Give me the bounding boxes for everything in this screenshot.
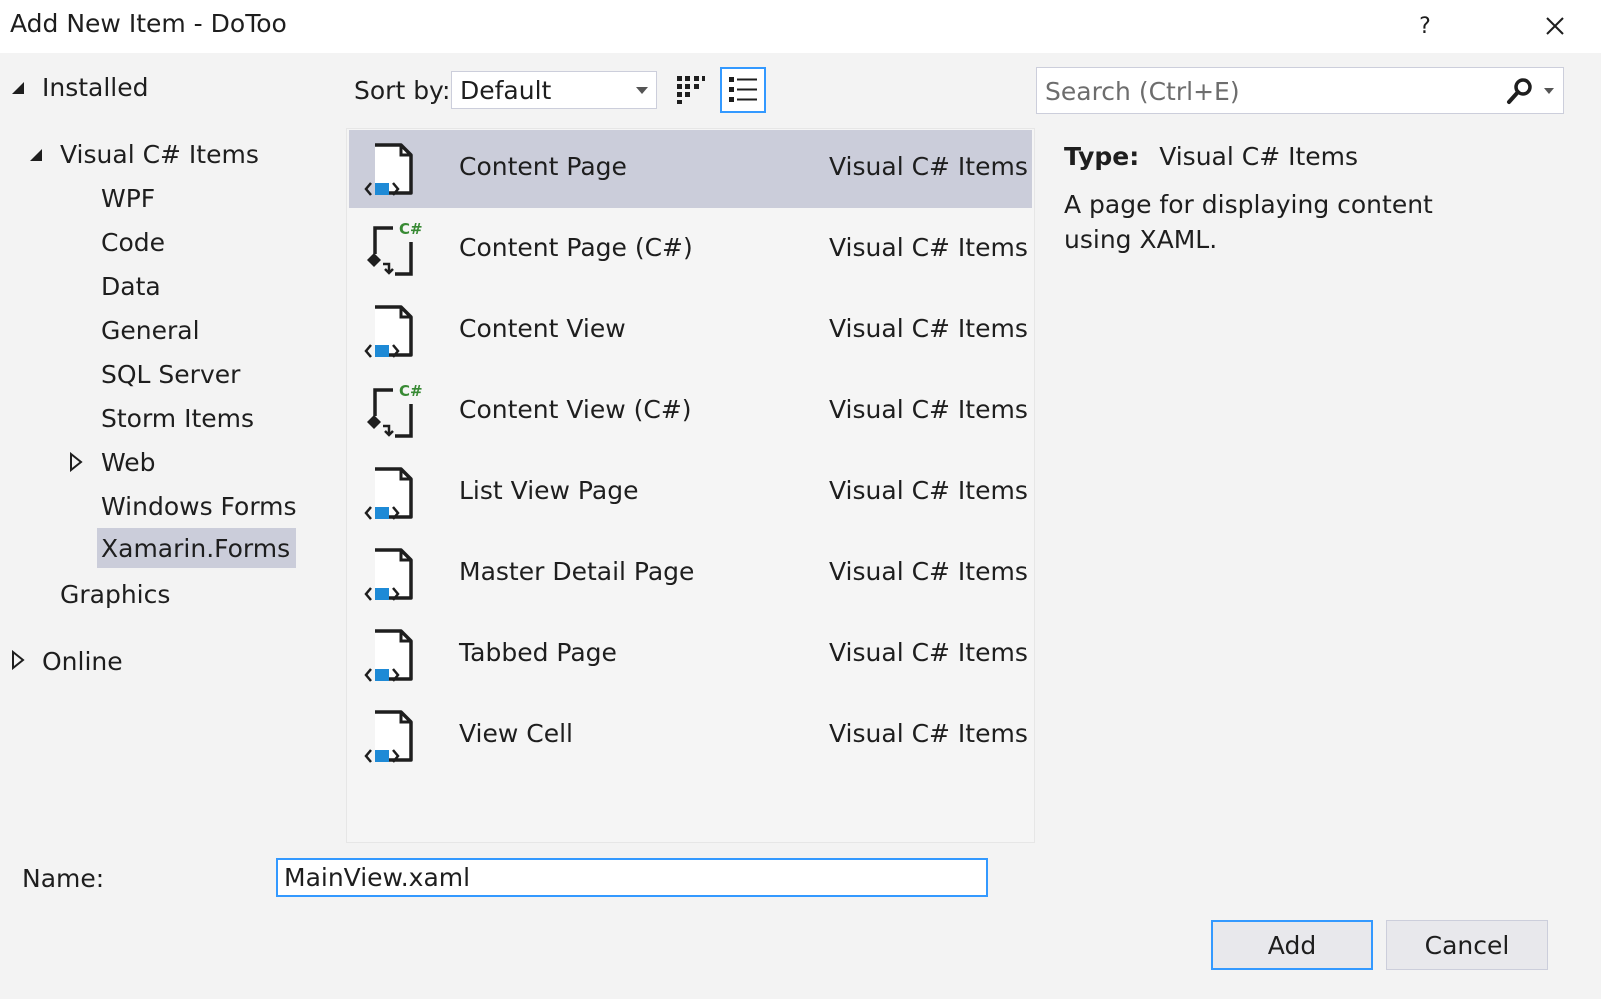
grid-view-icon (677, 76, 705, 104)
tree-item-installed[interactable]: Installed (42, 67, 149, 107)
name-field[interactable] (276, 858, 988, 897)
item-type: Visual C# Items (829, 557, 1028, 586)
tree-item-storm-items[interactable]: Storm Items (101, 398, 254, 438)
item-type: Visual C# Items (829, 314, 1028, 343)
tree-item-wpf[interactable]: WPF (101, 178, 155, 218)
item-name: Tabbed Page (459, 638, 617, 667)
window-title: Add New Item - DoToo (10, 9, 287, 38)
svg-text:C#: C# (399, 220, 423, 238)
csharp-page-icon: C# (367, 382, 423, 438)
expanded-triangle-icon (12, 82, 24, 94)
item-name: Master Detail Page (459, 557, 695, 586)
sort-by-label: Sort by: (354, 76, 451, 105)
tree-item-graphics[interactable]: Graphics (60, 574, 170, 614)
list-item[interactable]: Master Detail Page Visual C# Items (349, 535, 1032, 613)
name-label: Name: (22, 864, 105, 893)
tree-item-online[interactable]: Online (42, 641, 123, 681)
item-name: List View Page (459, 476, 639, 505)
xaml-page-icon (364, 467, 413, 520)
tree-item-code[interactable]: Code (101, 222, 165, 262)
tree-item-xamarin-forms[interactable]: Xamarin.Forms (97, 528, 297, 568)
list-item[interactable]: List View Page Visual C# Items (349, 454, 1032, 532)
type-label: Type: (1064, 142, 1140, 171)
item-description: A page for displaying content using XAML… (1064, 190, 1433, 254)
sort-dropdown[interactable]: Default (451, 71, 657, 109)
close-icon (1546, 17, 1564, 35)
help-button[interactable]: ? (1400, 6, 1450, 46)
xaml-page-icon (364, 143, 413, 196)
close-button[interactable] (1530, 6, 1580, 46)
chevron-down-icon (1544, 88, 1554, 94)
item-type: Visual C# Items (829, 395, 1028, 424)
cancel-button[interactable]: Cancel (1386, 920, 1548, 970)
item-name: Content Page (459, 152, 627, 181)
search-input[interactable] (1045, 74, 1495, 108)
item-name: Content View (459, 314, 626, 343)
type-line: Type: Visual C# Items (1064, 142, 1504, 171)
tree-item-sql-server[interactable]: SQL Server (101, 354, 240, 394)
tree-item-data[interactable]: Data (101, 266, 161, 306)
list-item[interactable]: C# Content View (C#) Visual C# Items (349, 373, 1032, 451)
tree-item-general[interactable]: General (101, 310, 200, 350)
details-panel: Type: Visual C# Items A page for display… (1064, 142, 1504, 257)
xaml-page-icon (364, 548, 413, 601)
xaml-page-icon (364, 710, 413, 763)
tree-item-windows-forms[interactable]: Windows Forms (101, 486, 297, 526)
xaml-page-icon (364, 629, 413, 682)
item-type: Visual C# Items (829, 152, 1028, 181)
item-type: Visual C# Items (829, 638, 1028, 667)
web-expander[interactable] (66, 452, 86, 472)
search-box (1036, 67, 1564, 114)
list-item[interactable]: View Cell Visual C# Items (349, 697, 1032, 775)
list-item[interactable]: Content View Visual C# Items (349, 292, 1032, 370)
search-options-button[interactable] (1505, 76, 1559, 106)
installed-expander[interactable] (8, 78, 28, 98)
item-name: Content View (C#) (459, 395, 692, 424)
item-name: View Cell (459, 719, 574, 748)
sort-value: Default (460, 75, 552, 105)
list-item[interactable]: Tabbed Page Visual C# Items (349, 616, 1032, 694)
svg-text:C#: C# (399, 382, 423, 400)
tree-item-visual-csharp[interactable]: Visual C# Items (60, 134, 259, 174)
visual-csharp-expander[interactable] (26, 145, 46, 165)
chevron-down-icon (636, 87, 648, 94)
type-value: Visual C# Items (1159, 142, 1359, 171)
item-name: Content Page (C#) (459, 233, 693, 262)
online-expander[interactable] (8, 650, 28, 670)
list-view-icon (729, 77, 757, 102)
collapsed-triangle-icon (70, 452, 83, 472)
tree-item-web[interactable]: Web (101, 442, 156, 482)
item-type: Visual C# Items (829, 719, 1028, 748)
csharp-page-icon: C# (367, 220, 423, 276)
xaml-page-icon (364, 305, 413, 358)
list-item[interactable]: C# Content Page (C#) Visual C# Items (349, 211, 1032, 289)
expanded-triangle-icon (30, 149, 42, 161)
search-icon (1507, 78, 1532, 104)
item-type: Visual C# Items (829, 233, 1028, 262)
item-type: Visual C# Items (829, 476, 1028, 505)
list-item[interactable]: Content Page Visual C# Items (349, 130, 1032, 208)
template-list: Content Page Visual C# Items C# Content … (346, 128, 1035, 843)
small-icons-view-button[interactable] (720, 67, 766, 113)
collapsed-triangle-icon (12, 650, 25, 670)
medium-icons-view-button[interactable] (668, 67, 714, 113)
title-bar: Add New Item - DoToo ? (0, 0, 1601, 53)
add-button[interactable]: Add (1211, 920, 1373, 970)
